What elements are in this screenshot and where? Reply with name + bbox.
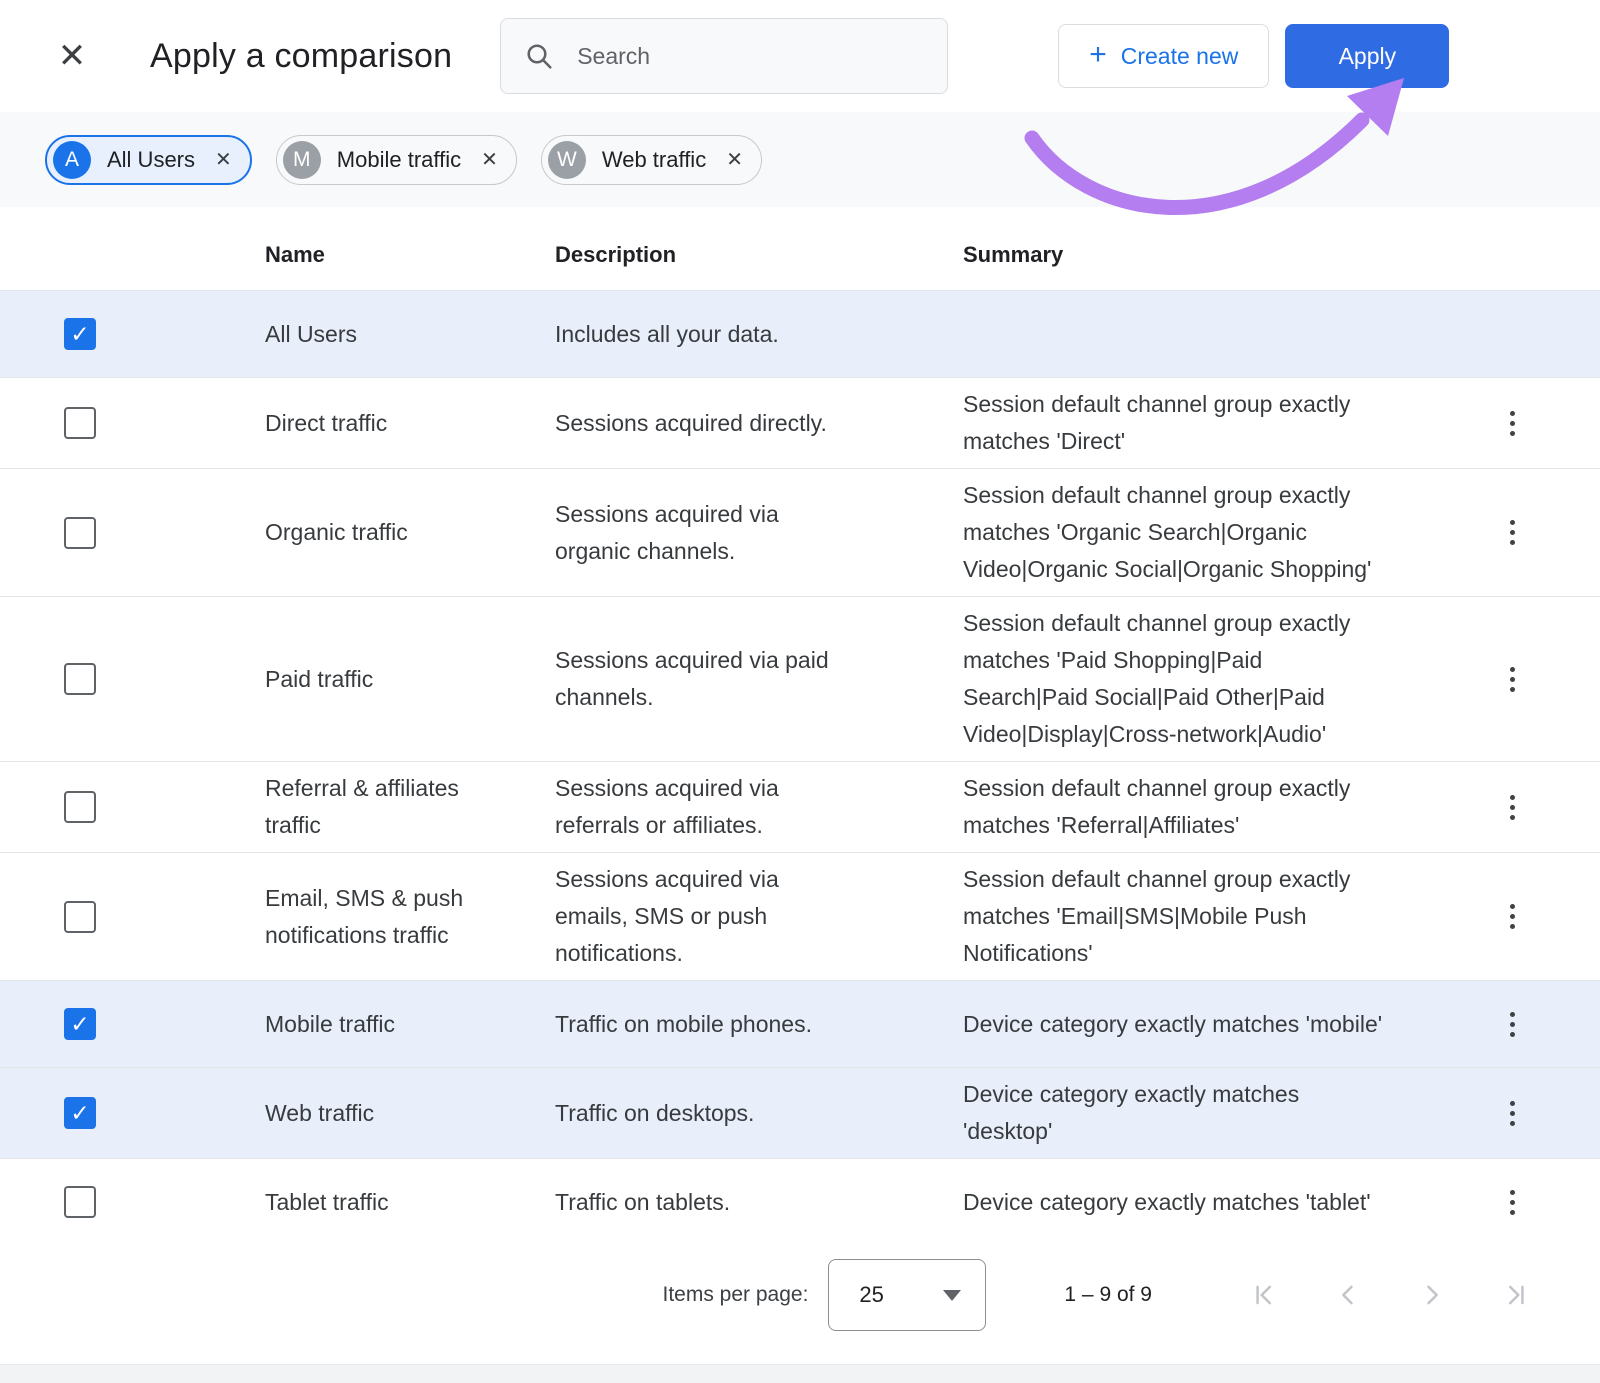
search-icon [523, 40, 555, 72]
table-row[interactable]: Email, SMS & push notifications traffic … [0, 852, 1600, 980]
pagination-footer: Items per page: 25 1 – 9 of 9 [0, 1245, 1600, 1345]
comparison-table-body: All Users Includes all your data. Direct… [0, 290, 1600, 1245]
chip-avatar: A [53, 141, 91, 179]
row-checkbox[interactable] [64, 901, 96, 933]
row-summary: Session default channel group exactly ma… [963, 386, 1383, 460]
column-header-summary: Summary [963, 242, 1425, 268]
row-name: All Users [265, 316, 465, 353]
previous-page-icon[interactable] [1334, 1281, 1362, 1309]
row-description: Sessions acquired directly. [555, 405, 845, 442]
table-row[interactable]: Tablet traffic Traffic on tablets. Devic… [0, 1158, 1600, 1245]
row-summary: Session default channel group exactly ma… [963, 861, 1383, 972]
last-page-icon[interactable] [1502, 1281, 1530, 1309]
row-more-menu-icon[interactable] [1504, 789, 1521, 826]
column-header-name: Name [265, 242, 555, 268]
row-description: Sessions acquired via emails, SMS or pus… [555, 861, 845, 972]
apply-comparison-dialog: ✕ Apply a comparison + Create new Apply … [0, 0, 1600, 1383]
dialog-header: ✕ Apply a comparison + Create new Apply [0, 0, 1600, 112]
row-description: Sessions acquired via organic channels. [555, 496, 845, 570]
comparison-chip[interactable]: M Mobile traffic ✕ [276, 135, 517, 185]
table-row[interactable]: Referral & affiliates traffic Sessions a… [0, 761, 1600, 852]
page-range-label: 1 – 9 of 9 [1064, 1283, 1152, 1307]
row-summary: Session default channel group exactly ma… [963, 605, 1383, 753]
items-per-page-select[interactable]: 25 [828, 1259, 986, 1331]
row-checkbox[interactable] [64, 407, 96, 439]
row-name: Mobile traffic [265, 1006, 465, 1043]
table-row[interactable]: Mobile traffic Traffic on mobile phones.… [0, 980, 1600, 1067]
chip-label: All Users [107, 147, 195, 173]
row-checkbox[interactable] [64, 791, 96, 823]
items-per-page-value: 25 [859, 1282, 883, 1308]
row-more-menu-icon[interactable] [1504, 514, 1521, 551]
row-more-menu-icon[interactable] [1504, 1095, 1521, 1132]
row-more-menu-icon[interactable] [1504, 661, 1521, 698]
row-checkbox[interactable] [64, 1186, 96, 1218]
row-name: Direct traffic [265, 405, 465, 442]
dropdown-arrow-icon [943, 1290, 961, 1301]
table-row[interactable]: Paid traffic Sessions acquired via paid … [0, 596, 1600, 761]
row-name: Email, SMS & push notifications traffic [265, 880, 465, 954]
row-name: Referral & affiliates traffic [265, 770, 465, 844]
row-more-menu-icon[interactable] [1504, 1184, 1521, 1221]
search-input[interactable] [577, 43, 925, 70]
pager-controls [1250, 1281, 1530, 1309]
row-description: Sessions acquired via referrals or affil… [555, 770, 845, 844]
close-icon[interactable]: ✕ [50, 34, 94, 78]
row-name: Web traffic [265, 1095, 465, 1132]
next-page-icon[interactable] [1418, 1281, 1446, 1309]
row-summary: Device category exactly matches 'desktop… [963, 1076, 1383, 1150]
chip-close-icon[interactable]: ✕ [481, 150, 498, 170]
items-per-page-label: Items per page: [663, 1283, 809, 1307]
row-checkbox[interactable] [64, 318, 96, 350]
row-checkbox[interactable] [64, 517, 96, 549]
row-more-menu-icon[interactable] [1504, 898, 1521, 935]
column-header-description: Description [555, 242, 963, 268]
row-checkbox[interactable] [64, 1008, 96, 1040]
table-row[interactable]: Organic traffic Sessions acquired via or… [0, 468, 1600, 596]
row-summary: Session default channel group exactly ma… [963, 770, 1383, 844]
chip-label: Mobile traffic [337, 147, 461, 173]
chip-avatar: W [548, 141, 586, 179]
row-more-menu-icon[interactable] [1504, 1006, 1521, 1043]
create-new-label: Create new [1121, 43, 1239, 70]
row-summary: Device category exactly matches 'tablet' [963, 1184, 1383, 1221]
row-name: Tablet traffic [265, 1184, 465, 1221]
chip-close-icon[interactable]: ✕ [215, 150, 232, 170]
row-description: Traffic on tablets. [555, 1184, 845, 1221]
row-summary: Session default channel group exactly ma… [963, 477, 1383, 588]
table-row[interactable]: Direct traffic Sessions acquired directl… [0, 377, 1600, 468]
chip-label: Web traffic [602, 147, 706, 173]
comparison-chip[interactable]: A All Users ✕ [45, 135, 252, 185]
page-title: Apply a comparison [150, 37, 452, 76]
row-description: Sessions acquired via paid channels. [555, 642, 845, 716]
create-new-button[interactable]: + Create new [1058, 24, 1269, 88]
table-row[interactable]: All Users Includes all your data. [0, 290, 1600, 377]
table-header-row: Name Description Summary [0, 207, 1600, 290]
apply-button[interactable]: Apply [1285, 24, 1449, 88]
row-description: Traffic on mobile phones. [555, 1006, 845, 1043]
chip-close-icon[interactable]: ✕ [726, 150, 743, 170]
bottom-edge-strip [0, 1364, 1600, 1383]
plus-icon: + [1089, 40, 1107, 70]
first-page-icon[interactable] [1250, 1281, 1278, 1309]
search-box[interactable] [500, 18, 948, 94]
chip-avatar: M [283, 141, 321, 179]
table-row[interactable]: Web traffic Traffic on desktops. Device … [0, 1067, 1600, 1158]
comparison-chips-bar: A All Users ✕ M Mobile traffic ✕ W Web t… [0, 112, 1600, 207]
row-description: Includes all your data. [555, 316, 845, 353]
row-checkbox[interactable] [64, 1097, 96, 1129]
row-name: Paid traffic [265, 661, 465, 698]
row-checkbox[interactable] [64, 663, 96, 695]
row-description: Traffic on desktops. [555, 1095, 845, 1132]
comparison-chip[interactable]: W Web traffic ✕ [541, 135, 762, 185]
row-name: Organic traffic [265, 514, 465, 551]
row-summary: Device category exactly matches 'mobile' [963, 1006, 1383, 1043]
row-more-menu-icon[interactable] [1504, 405, 1521, 442]
